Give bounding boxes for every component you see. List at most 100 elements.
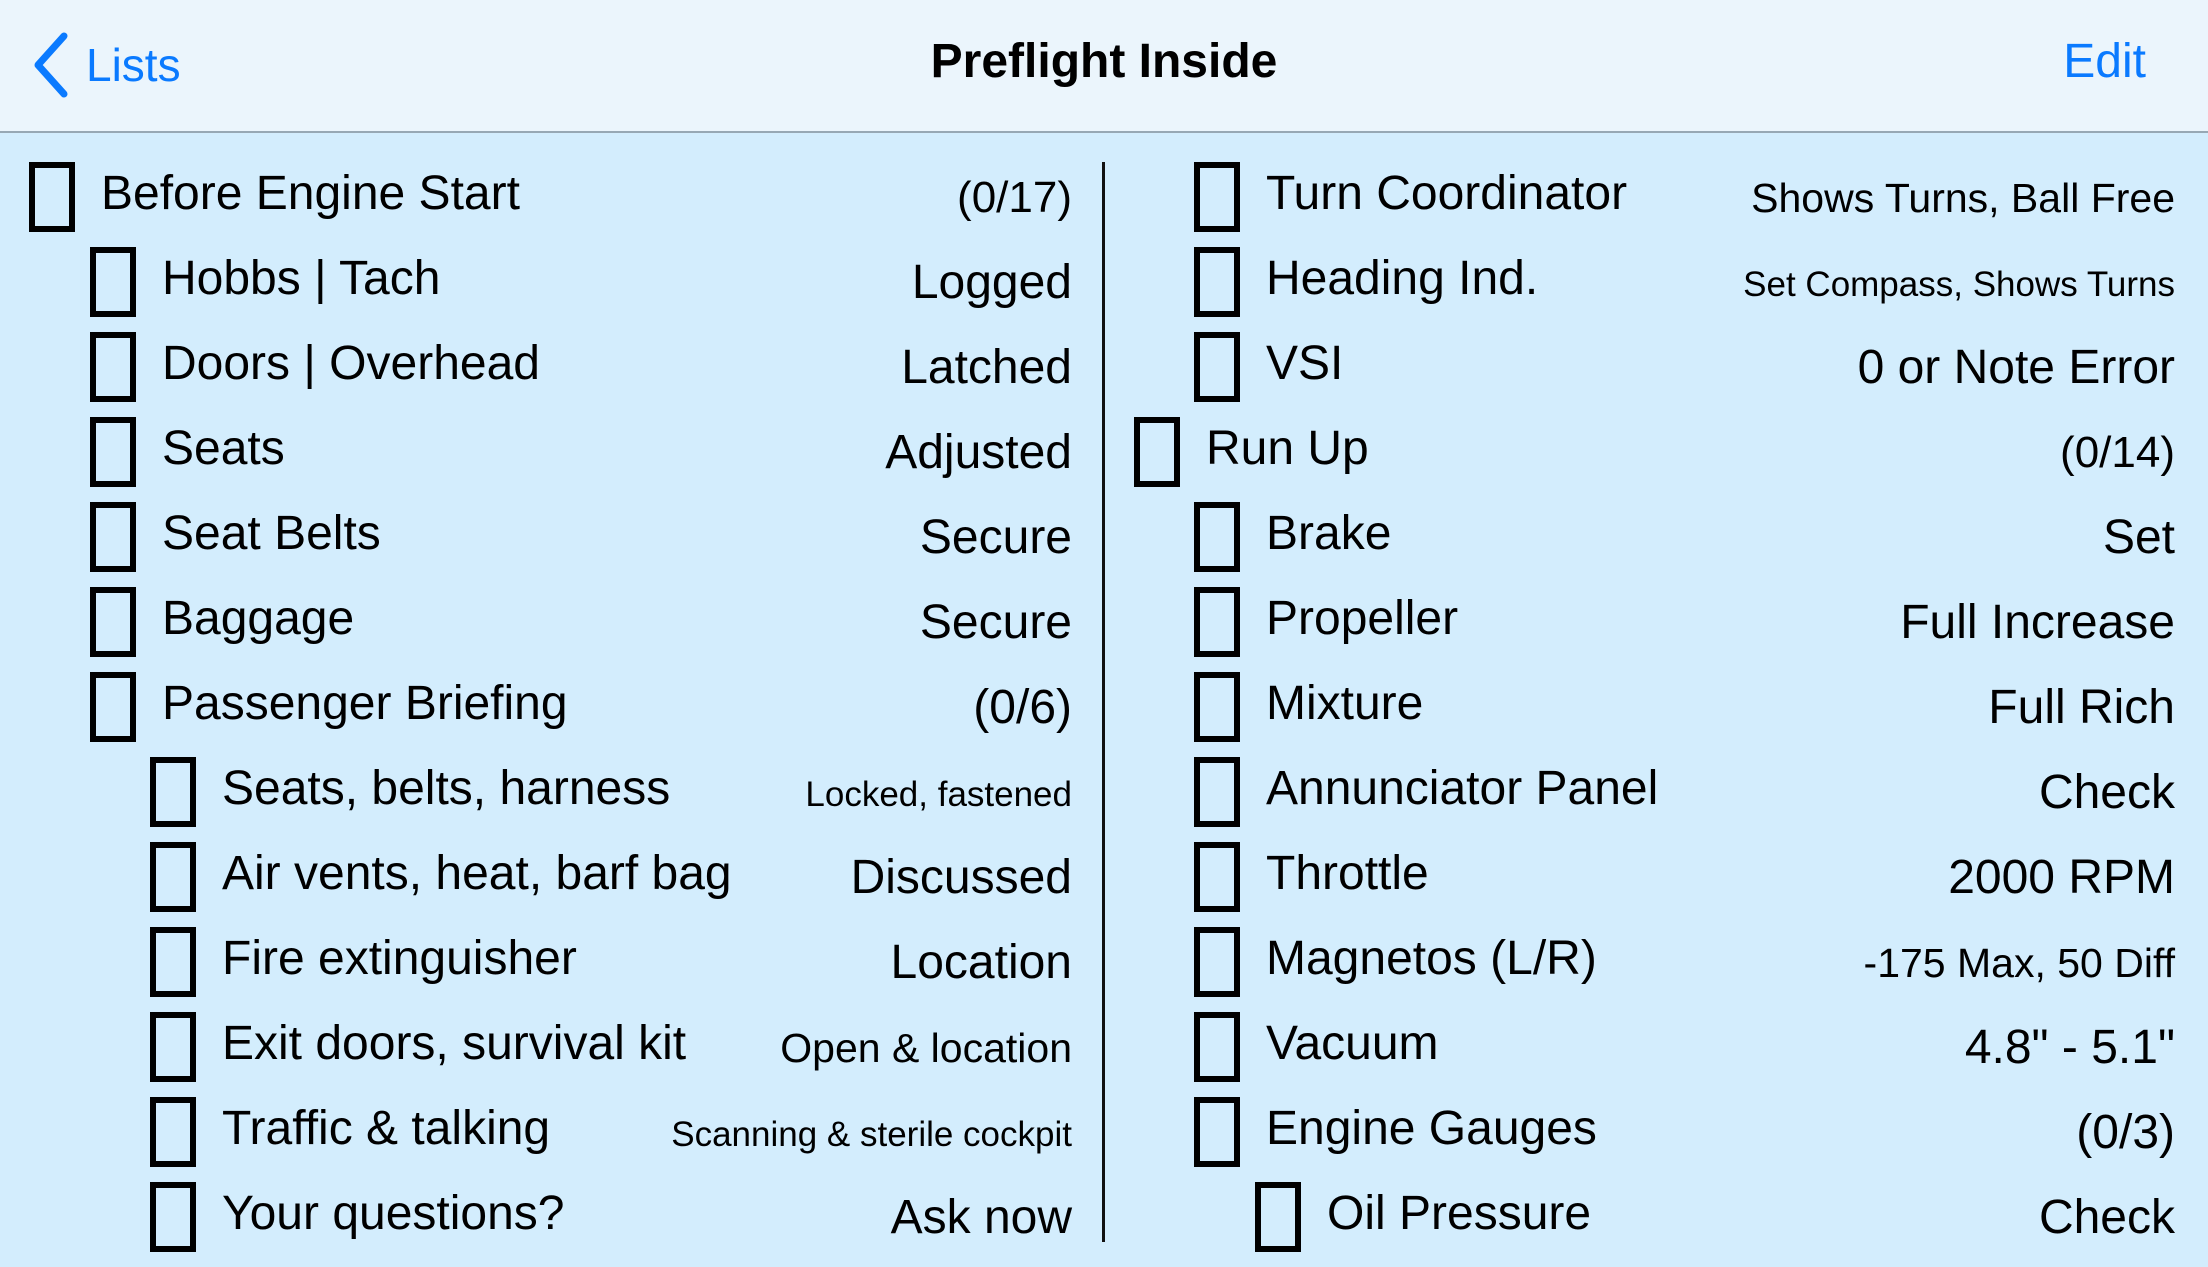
checklist-item-row[interactable]: Engine Gauges (0/3) [1105,1097,2175,1182]
item-value: (0/17) [957,173,1072,222]
checklist-item-row[interactable]: Vacuum 4.8" - 5.1" [1105,1012,2175,1097]
item-value: -175 Max, 50 Diff [1863,940,2175,986]
checkbox[interactable] [90,502,136,572]
item-label: Traffic & talking [222,1102,551,1155]
item-value: Check [2038,1191,2175,1244]
checkbox[interactable] [1194,927,1240,997]
checklist-item-row[interactable]: VSI 0 or Note Error [1105,332,2175,417]
checklist-item-row[interactable]: Baggage Secure [0,587,1072,672]
checklist-item-row[interactable]: Seats Adjusted [0,417,1072,502]
checklist-right-column: Turn Coordinator Shows Turns, Ball Free He… [1105,162,2175,1267]
checkbox[interactable] [150,842,196,912]
page-title: Preflight Inside [930,35,1278,88]
checkbox[interactable] [90,332,136,402]
item-label: Air vents, heat, barf bag [222,847,732,900]
item-value: Check [2038,766,2175,819]
item-value: (0/3) [2076,1106,2175,1159]
checkbox[interactable] [1194,162,1240,232]
checkbox[interactable] [1134,417,1180,487]
item-label: Fire extinguisher [222,932,577,985]
checkbox[interactable] [1194,332,1240,402]
checkbox[interactable] [90,417,136,487]
checklist-item-row[interactable]: Doors | Overhead Latched [0,332,1072,417]
item-value: Location [890,936,1072,989]
checkbox[interactable] [1194,672,1240,742]
checklist-item-row[interactable]: Exit doors, survival kit Open & location [0,1012,1072,1097]
item-value: Secure [919,596,1072,649]
checkbox[interactable] [1194,247,1240,317]
item-value: 0 or Note Error [1857,341,2175,394]
item-label: Hobbs | Tach [162,252,441,305]
item-value: Discussed [850,851,1072,904]
item-label: Passenger Briefing [162,677,568,730]
checklist-item-row[interactable]: Oil Pressure Check [1105,1182,2175,1267]
item-label: Engine Gauges [1266,1102,1597,1155]
item-value: 4.8" - 5.1" [1964,1021,2175,1074]
item-value: 2000 RPM [1948,851,2175,904]
item-value: Ask now [890,1191,1072,1244]
item-label: Seat Belts [162,507,381,560]
item-label: Turn Coordinator [1266,167,1628,220]
item-value: (0/6) [973,681,1072,734]
checkbox[interactable] [29,162,75,232]
edit-button[interactable]: Edit [2063,34,2146,89]
checklist-section-row[interactable]: Before Engine Start (0/17) [0,162,1072,247]
item-label: Doors | Overhead [162,337,540,390]
item-value: Full Increase [1900,596,2175,649]
checklist-left-column: Before Engine Start (0/17) Hobbs | Tach Log… [0,162,1072,1267]
checklist-item-row[interactable]: Heading Ind. Set Compass, Shows Turns [1105,247,2175,332]
item-label: Brake [1266,507,1392,560]
item-label: Before Engine Start [101,167,520,220]
item-value: (0/14) [2060,428,2175,477]
item-value: Adjusted [885,426,1072,479]
checklist-item-row[interactable]: Seats, belts, harness Locked, fastened [0,757,1072,842]
checkbox[interactable] [150,1012,196,1082]
checkbox[interactable] [90,247,136,317]
checklist-item-row[interactable]: Hobbs | Tach Logged [0,247,1072,332]
checkbox[interactable] [150,757,196,827]
item-label: Magnetos (L/R) [1266,932,1597,985]
navigation-bar: Lists Preflight Inside Edit [0,0,2208,133]
checkbox[interactable] [1194,1012,1240,1082]
checkbox[interactable] [1194,757,1240,827]
item-label: Heading Ind. [1266,252,1539,305]
checkbox[interactable] [1194,842,1240,912]
item-label: Oil Pressure [1327,1187,1592,1240]
checklist-item-row[interactable]: Mixture Full Rich [1105,672,2175,757]
checklist-item-row[interactable]: Passenger Briefing (0/6) [0,672,1072,757]
item-value: Secure [919,511,1072,564]
item-value: Locked, fastened [805,775,1072,814]
item-value: Latched [901,341,1072,394]
checkbox[interactable] [90,672,136,742]
checkbox[interactable] [90,587,136,657]
item-value: Logged [911,256,1072,309]
checkbox[interactable] [1194,1097,1240,1167]
checklist-item-row[interactable]: Magnetos (L/R) -175 Max, 50 Diff [1105,927,2175,1012]
checklist-item-row[interactable]: Air vents, heat, barf bag Discussed [0,842,1072,927]
item-label: Seats, belts, harness [222,762,671,815]
checkbox[interactable] [1194,502,1240,572]
checklist-item-row[interactable]: Annunciator Panel Check [1105,757,2175,842]
checklist-item-row[interactable]: Propeller Full Increase [1105,587,2175,672]
item-value: Scanning & sterile cockpit [671,1115,1072,1154]
item-value: Shows Turns, Ball Free [1751,175,2175,221]
checkbox[interactable] [1194,587,1240,657]
item-label: Your questions? [222,1187,565,1240]
checklist-item-row[interactable]: Seat Belts Secure [0,502,1072,587]
checkbox[interactable] [150,927,196,997]
item-label: Annunciator Panel [1266,762,1659,815]
item-value: Set Compass, Shows Turns [1743,265,2175,304]
checklist-item-row[interactable]: Throttle 2000 RPM [1105,842,2175,927]
checkbox[interactable] [150,1097,196,1167]
item-label: Mixture [1266,677,1424,730]
checklist-section-row[interactable]: Run Up (0/14) [1105,417,2175,502]
checklist-item-row[interactable]: Turn Coordinator Shows Turns, Ball Free [1105,162,2175,247]
checklist-item-row[interactable]: Fire extinguisher Location [0,927,1072,1012]
item-value: Full Rich [1988,681,2175,734]
item-label: Run Up [1206,422,1369,475]
checklist-item-row[interactable]: Traffic & talking Scanning & sterile cock… [0,1097,1072,1182]
item-label: Baggage [162,592,355,645]
checklist-item-row[interactable]: Brake Set [1105,502,2175,587]
item-label: Seats [162,422,285,475]
checklist-item-row[interactable]: Your questions? Ask now [0,1182,1072,1267]
